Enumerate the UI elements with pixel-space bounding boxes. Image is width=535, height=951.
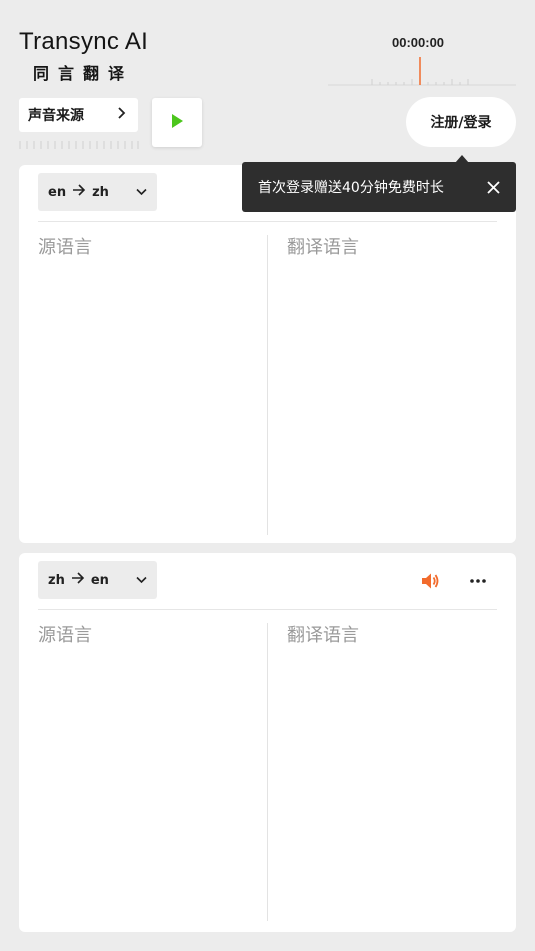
more-icon[interactable] [469,571,487,595]
lang-to: zh [92,184,109,200]
translation-panel-1: en zh 源语言 翻译语言 [19,165,516,543]
target-text-placeholder[interactable]: 翻译语言 [287,621,359,647]
chevron-down-icon [136,185,147,200]
arrow-right-icon [72,184,86,200]
chevron-down-icon [136,573,147,588]
waveform-timeline [328,57,516,86]
panel-divider [38,221,497,222]
audio-level-meter [19,141,139,149]
lang-to: en [90,572,109,588]
target-text-placeholder[interactable]: 翻译语言 [287,233,359,259]
chevron-right-icon [116,107,126,123]
panel-divider [38,609,497,610]
audio-source-label: 声音来源 [28,108,84,124]
language-pair-select[interactable]: zh en [38,561,157,599]
arrow-right-icon [71,572,85,588]
close-icon[interactable] [487,180,500,194]
language-pair-select[interactable]: en zh [38,173,157,211]
source-text-placeholder[interactable]: 源语言 [38,621,92,647]
language-pair: en zh [48,184,109,200]
play-button[interactable] [152,98,202,147]
column-separator [267,235,268,535]
language-pair: zh en [48,572,109,588]
column-separator [267,623,268,921]
source-text-placeholder[interactable]: 源语言 [38,233,92,259]
tooltip-text: 首次登录赠送40分钟免费时长 [258,180,444,196]
translation-panel-2: zh en 源语言 翻译语言 [19,553,516,932]
app-title: Transync AI [19,28,149,55]
recording-timer: 00:00:00 [392,35,445,50]
audio-source-button[interactable]: 声音来源 [19,98,138,132]
promo-tooltip: 首次登录赠送40分钟免费时长 [242,162,516,212]
app-subtitle: 同言翻译 [33,64,134,83]
speaker-icon[interactable] [420,571,440,595]
login-register-button[interactable]: 注册/登录 [406,97,516,147]
play-icon [171,113,183,132]
lang-from: en [48,184,67,200]
lang-from: zh [48,572,65,588]
